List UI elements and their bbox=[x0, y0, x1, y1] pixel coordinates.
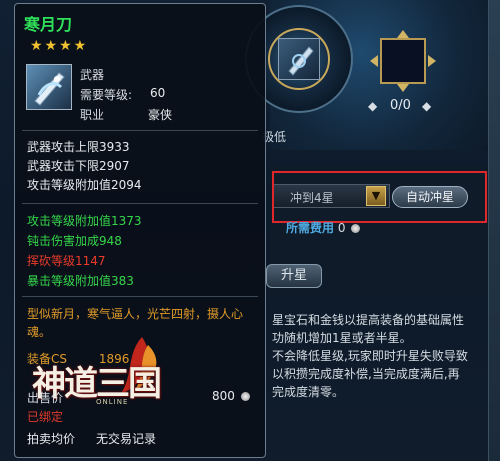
sell-label: 出售价 bbox=[27, 391, 64, 405]
info-line: 不会降低星级,玩家即时升星失败导致 bbox=[272, 349, 468, 363]
gem-slot-bottom-ornament bbox=[397, 84, 409, 98]
base-stat: 攻击等级附加值2094 bbox=[27, 178, 142, 192]
slot-prev-icon[interactable]: ◆ bbox=[368, 99, 377, 113]
gem-slot-top-ornament bbox=[397, 24, 409, 38]
gem-slot[interactable] bbox=[380, 38, 426, 84]
level-value: 60 bbox=[150, 86, 166, 100]
base-stat: 武器攻击下限2907 bbox=[27, 159, 130, 173]
cost-label: 所需费用 bbox=[286, 221, 335, 235]
bonus-stat: 挥砍等级1147 bbox=[27, 254, 106, 268]
divider bbox=[22, 203, 258, 204]
panel-scrollbar[interactable] bbox=[488, 0, 500, 461]
no-trade-record: 无交易记录 bbox=[96, 432, 157, 446]
info-line: 完成度清零。 bbox=[272, 385, 345, 399]
base-stat: 武器攻击上限3933 bbox=[27, 140, 130, 154]
silver-coin-icon bbox=[351, 224, 361, 233]
slot-next-icon[interactable]: ◆ bbox=[422, 99, 431, 113]
silver-coin-icon bbox=[240, 392, 250, 401]
equipped-weapon-icon[interactable] bbox=[278, 38, 320, 80]
info-line: 以积攒完成度补偿,当完成度满后,再 bbox=[272, 367, 460, 381]
item-name: 寒月刀 bbox=[24, 15, 73, 34]
auction-price-label: 拍卖均价 bbox=[27, 432, 76, 446]
bonus-stat: 钝击伤害加成948 bbox=[27, 234, 122, 248]
upgrade-star-button[interactable]: 升星 bbox=[266, 264, 322, 288]
cost-value: 0 bbox=[337, 221, 346, 235]
bonus-stat: 暴击等级附加值383 bbox=[27, 274, 134, 288]
item-type: 武器 bbox=[80, 68, 105, 82]
divider bbox=[22, 296, 258, 297]
item-stars: ★★★★ bbox=[30, 38, 89, 54]
gem-slot-left-ornament bbox=[364, 55, 378, 67]
info-line: 功随机增加1星或者半星。 bbox=[272, 331, 412, 345]
bonus-stat: 攻击等级附加值1373 bbox=[27, 214, 142, 228]
class-label: 职业 bbox=[80, 108, 105, 122]
highlight-box bbox=[272, 171, 487, 223]
level-label: 需要等级: bbox=[80, 88, 133, 102]
slot-count: 0/0 bbox=[390, 98, 411, 113]
info-line: 星宝石和金钱以提高装备的基础属性 bbox=[272, 313, 465, 327]
bound-status: 已绑定 bbox=[27, 410, 64, 424]
upgrade-info-text: 星宝石和金钱以提高装备的基础属性 功随机增加1星或者半星。 不会降低星级,玩家即… bbox=[272, 311, 482, 401]
divider bbox=[22, 130, 258, 131]
sell-price-value: 800 bbox=[212, 389, 235, 403]
gem-slot-right-ornament bbox=[428, 55, 442, 67]
weapon-icon bbox=[26, 64, 72, 110]
class-value: 豪侠 bbox=[148, 108, 173, 122]
sell-price: 800 bbox=[212, 389, 250, 403]
cost-row: 所需费用 0 bbox=[286, 219, 361, 236]
game-logo-subtext: ONLINE bbox=[96, 398, 129, 406]
